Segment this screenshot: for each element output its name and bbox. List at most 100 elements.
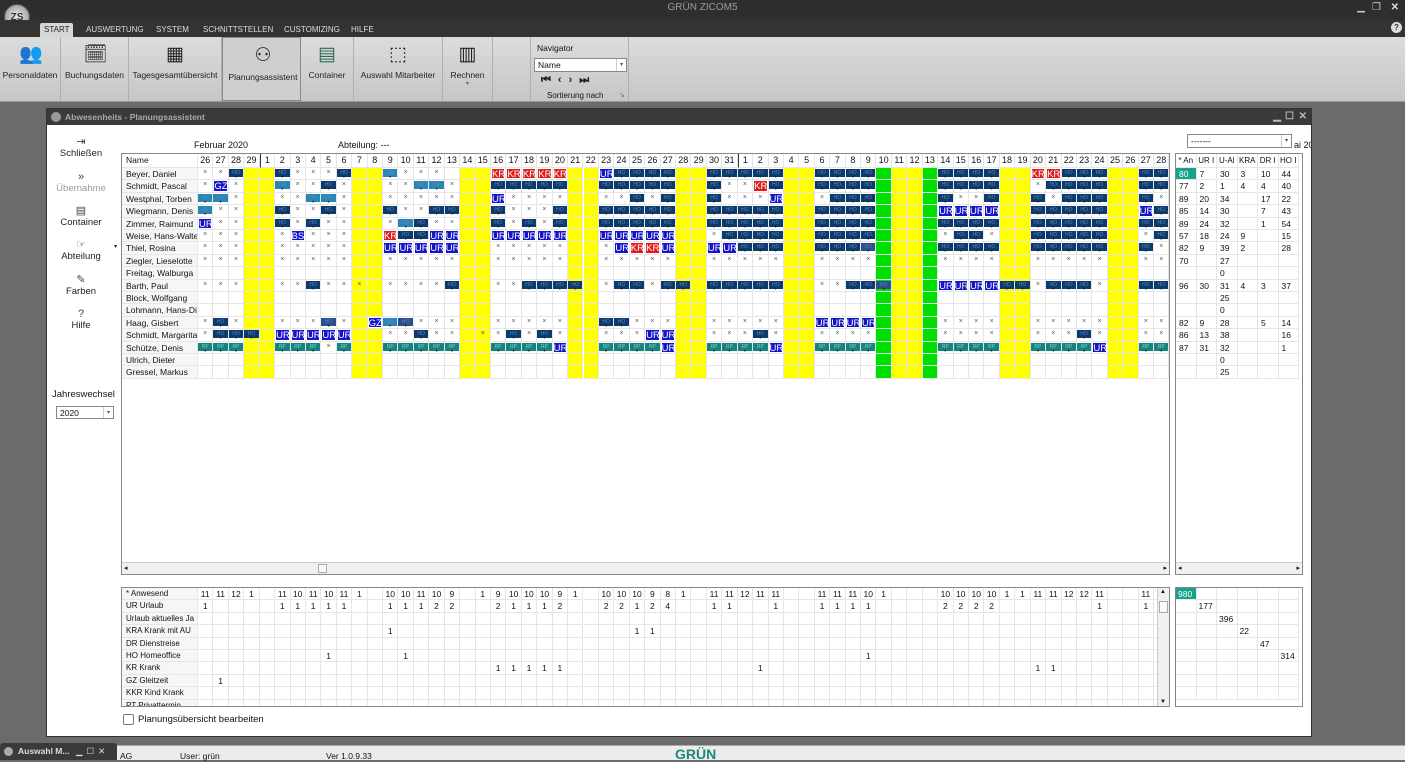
day-cell[interactable] (460, 354, 476, 367)
day-cell[interactable]: × (598, 329, 615, 342)
day-cell[interactable]: RP • (336, 341, 353, 354)
day-cell[interactable] (783, 168, 800, 181)
day-cell[interactable] (1046, 354, 1062, 367)
scroll-right-arrow[interactable]: ▸ (1296, 564, 1300, 572)
minimized-window[interactable]: Auswahl M... ▁☐✕ (0, 743, 117, 760)
day-cell[interactable] (336, 354, 353, 367)
day-cell[interactable]: × (537, 254, 553, 268)
day-cell[interactable] (460, 180, 476, 193)
absence-ur[interactable]: UR (1138, 205, 1153, 217)
day-cell[interactable] (244, 180, 260, 193)
day-cell[interactable]: × (753, 316, 769, 330)
day-cell[interactable] (922, 341, 939, 354)
planning-grid[interactable]: Name 26 27 28 29 1 2 3 4 5 6 7 8 9 10 11 12 13 14 15 16 17 18 1… (121, 153, 1170, 575)
day-cell[interactable]: UR (413, 242, 430, 255)
day-cell[interactable] (367, 304, 384, 317)
absence-ur[interactable]: UR (336, 329, 352, 341)
day-cell[interactable]: × (1030, 254, 1047, 268)
day-cell[interactable] (799, 217, 815, 230)
day-cell[interactable]: × (305, 316, 322, 330)
day-cell[interactable] (1015, 217, 1031, 230)
day-cell[interactable] (583, 205, 599, 218)
day-cell[interactable]: HO • (645, 217, 661, 230)
absence-ur[interactable]: UR (614, 230, 629, 242)
day-cell[interactable]: HO • (1061, 168, 1077, 181)
scroll-down-arrow[interactable]: ▼ (1160, 699, 1166, 705)
day-cell[interactable]: HO • (629, 192, 646, 206)
day-cell[interactable] (876, 329, 892, 342)
day-header[interactable]: 29 (244, 154, 260, 168)
absence-kr[interactable]: KR (537, 168, 552, 180)
day-cell[interactable]: × (383, 254, 399, 268)
day-cell[interactable]: RP • (645, 341, 661, 354)
window-close-button[interactable]: ✕ (1299, 109, 1307, 125)
day-cell[interactable] (290, 267, 306, 280)
day-cell[interactable]: HO • (598, 205, 615, 218)
day-cell[interactable]: × (938, 230, 954, 243)
day-cell[interactable] (938, 366, 954, 379)
day-cell[interactable] (999, 292, 1016, 305)
day-cell[interactable]: HO • (845, 279, 862, 292)
day-cell[interactable]: RP • (598, 341, 615, 354)
day-cell[interactable]: HO • (1092, 180, 1108, 193)
day-cell[interactable] (275, 292, 291, 305)
day-cell[interactable] (783, 205, 800, 218)
day-cell[interactable] (460, 217, 476, 230)
day-cell[interactable]: HO • (1076, 242, 1093, 255)
day-cell[interactable]: × (290, 316, 306, 330)
day-cell[interactable] (783, 267, 800, 280)
day-cell[interactable]: HO • (1138, 217, 1155, 230)
absence-ur[interactable]: UR (969, 279, 984, 291)
day-cell[interactable]: HO • (1030, 242, 1047, 255)
day-cell[interactable]: HO • (737, 242, 754, 255)
day-cell[interactable]: UR (660, 230, 676, 243)
day-cell[interactable] (876, 217, 892, 230)
day-cell[interactable] (891, 254, 908, 268)
day-cell[interactable] (367, 192, 384, 206)
absence-ur[interactable]: UR (198, 217, 213, 229)
absence-ur[interactable]: UR (660, 242, 675, 254)
day-cell[interactable]: HO • (861, 279, 877, 292)
sidebar-brush-button[interactable]: ✎ Farben (47, 274, 115, 297)
absence-ur[interactable]: UR (490, 192, 506, 205)
day-cell[interactable] (783, 279, 800, 292)
day-cell[interactable] (305, 304, 322, 317)
day-cell[interactable] (1061, 354, 1077, 367)
day-cell[interactable] (891, 341, 908, 354)
day-cell[interactable]: × (444, 254, 461, 268)
day-cell[interactable]: × (506, 217, 522, 230)
day-cell[interactable]: × (506, 279, 522, 292)
rechnen-button[interactable]: ▥ Rechnen ▾ (443, 37, 493, 101)
day-header[interactable]: 7 (830, 154, 846, 168)
day-cell[interactable]: HO • (1061, 192, 1077, 206)
day-cell[interactable] (367, 217, 384, 230)
day-cell[interactable] (907, 168, 923, 181)
day-cell[interactable]: × (336, 217, 353, 230)
day-cell[interactable] (768, 267, 784, 280)
day-cell[interactable] (583, 254, 599, 268)
day-cell[interactable]: HO • (845, 230, 862, 243)
day-cell[interactable] (814, 304, 831, 317)
day-cell[interactable] (999, 316, 1016, 330)
day-cell[interactable] (321, 292, 337, 305)
day-cell[interactable] (676, 304, 692, 317)
day-cell[interactable] (460, 329, 476, 342)
day-header[interactable]: 22 (1061, 154, 1077, 168)
day-cell[interactable] (290, 354, 306, 367)
day-cell[interactable]: × (490, 242, 507, 255)
day-header[interactable]: 13 (444, 154, 461, 168)
day-cell[interactable] (383, 304, 399, 317)
day-cell[interactable] (259, 304, 276, 317)
day-cell[interactable]: HO • (768, 205, 784, 218)
day-cell[interactable] (460, 304, 476, 317)
day-cell[interactable]: × (228, 230, 245, 243)
day-cell[interactable]: HO • (1076, 217, 1093, 230)
day-cell[interactable]: × (213, 279, 229, 292)
day-cell[interactable] (460, 242, 476, 255)
day-cell[interactable] (1061, 267, 1077, 280)
day-cell[interactable]: × (413, 192, 430, 206)
day-cell[interactable]: HO • (953, 242, 969, 255)
day-cell[interactable]: UR (275, 329, 291, 342)
day-header[interactable]: 7 (352, 154, 368, 168)
day-cell[interactable] (275, 304, 291, 317)
